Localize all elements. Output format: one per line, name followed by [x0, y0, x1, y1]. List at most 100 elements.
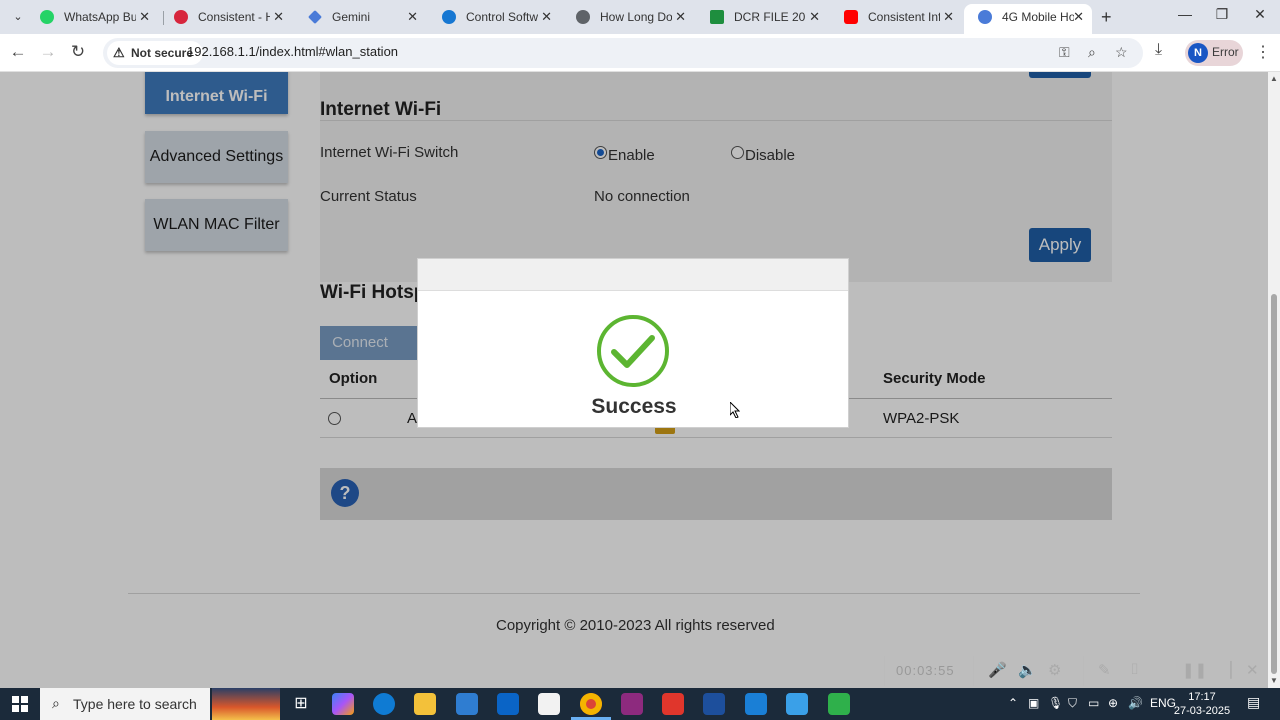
- security-tray-icon[interactable]: ⛉: [1068, 696, 1077, 711]
- microphone-tray-icon[interactable]: 🎙: [1048, 696, 1063, 710]
- tab-consistent-home[interactable]: Consistent - Hor ✕: [160, 4, 292, 34]
- security-label: Not secure: [131, 46, 194, 60]
- windows-start-icon[interactable]: [12, 696, 28, 712]
- close-window-icon[interactable]: ✕: [1245, 6, 1275, 23]
- edge-icon[interactable]: [373, 693, 395, 715]
- close-tab-icon[interactable]: ✕: [273, 4, 284, 30]
- close-tab-icon[interactable]: ✕: [541, 4, 552, 30]
- copilot-icon[interactable]: [332, 693, 354, 715]
- chrome-icon[interactable]: [580, 693, 602, 715]
- outlook-icon[interactable]: [497, 693, 519, 715]
- profile-status: Error: [1212, 45, 1239, 59]
- forward-arrow-icon[interactable]: →: [37, 42, 59, 62]
- camera-icon[interactable]: ⌷: [1130, 661, 1139, 678]
- tab-label: WhatsApp Busin: [64, 10, 136, 24]
- dialog-header: [418, 259, 848, 291]
- recorder-divider: [1083, 656, 1084, 686]
- task-view-icon[interactable]: ⊞: [290, 693, 312, 715]
- scrollbar-thumb[interactable]: [1271, 294, 1277, 674]
- search-placeholder: Type here to search: [73, 696, 197, 712]
- battery-icon[interactable]: ▭: [1088, 696, 1099, 710]
- taskbar-search-box[interactable]: ⌕ Type here to search: [40, 688, 210, 720]
- tab-label: Consistent - Hor: [198, 10, 270, 24]
- scroll-down-icon[interactable]: ▼: [1270, 676, 1278, 685]
- volume-icon[interactable]: 🔊: [1128, 696, 1143, 710]
- success-check-icon: [597, 315, 669, 387]
- close-tab-icon[interactable]: ✕: [139, 4, 150, 30]
- zoom-icon[interactable]: ⌕: [1088, 44, 1096, 61]
- recording-timer: 00:03:55: [896, 663, 955, 678]
- tab-control-software[interactable]: Control Software ✕: [428, 4, 560, 34]
- password-key-icon[interactable]: ⚿: [1059, 44, 1070, 61]
- network-globe-icon[interactable]: ⊕: [1108, 696, 1118, 710]
- browser-toolbar: ← → ↻ ⚠ Not secure 192.168.1.1/index.htm…: [0, 34, 1280, 72]
- close-tab-icon[interactable]: ✕: [809, 4, 820, 30]
- address-bar[interactable]: ⚠ Not secure 192.168.1.1/index.html#wlan…: [103, 38, 1143, 68]
- more-menu-icon[interactable]: ⋮: [1255, 42, 1271, 62]
- new-tab-plus-icon[interactable]: +: [1101, 7, 1112, 28]
- pause-icon[interactable]: ❚❚: [1182, 661, 1207, 679]
- file-explorer-icon[interactable]: [414, 693, 436, 715]
- restore-icon[interactable]: ❐: [1207, 6, 1237, 23]
- close-recorder-icon[interactable]: ✕: [1246, 661, 1259, 679]
- bookmark-star-icon[interactable]: ☆: [1115, 44, 1128, 61]
- show-hidden-icons-icon[interactable]: ⌃: [1008, 696, 1018, 710]
- document-icon[interactable]: [538, 693, 560, 715]
- close-tab-icon[interactable]: ✕: [675, 4, 686, 30]
- avatar: N: [1188, 43, 1208, 63]
- globe-icon: [576, 10, 590, 24]
- tab-4g-mobile-hotspot[interactable]: 4G Mobile Hotsp ✕: [964, 4, 1092, 34]
- mouse-cursor-icon: [730, 402, 740, 418]
- close-tab-icon[interactable]: ✕: [407, 4, 418, 30]
- minimize-icon[interactable]: —: [1170, 6, 1200, 22]
- pen-icon[interactable]: ✎: [1098, 661, 1111, 679]
- anydesk-icon[interactable]: [662, 693, 684, 715]
- success-dialog: Success: [417, 258, 849, 428]
- camera-tray-icon[interactable]: ▣: [1028, 696, 1039, 710]
- tab-whatsapp[interactable]: WhatsApp Busin ✕: [26, 4, 158, 34]
- tab-label: 4G Mobile Hotsp: [1002, 10, 1074, 24]
- page-scrollbar[interactable]: ▲ ▼: [1268, 72, 1280, 688]
- taskbar-clock[interactable]: 17:17 27-03-2025: [1170, 690, 1234, 718]
- youtube-icon: [844, 10, 858, 24]
- url-text[interactable]: 192.168.1.1/index.html#wlan_station: [187, 44, 398, 59]
- notification-icon[interactable]: ▤: [1247, 694, 1260, 711]
- tab-consistent-infos[interactable]: Consistent Infos ✕: [830, 4, 962, 34]
- back-arrow-icon[interactable]: ←: [7, 42, 29, 62]
- tab-search-chevron-icon[interactable]: ⌄: [8, 8, 28, 26]
- gemini-icon: [308, 10, 322, 24]
- close-tab-icon[interactable]: ✕: [1073, 4, 1084, 30]
- browser-tab-strip: ⌄ WhatsApp Busin ✕ Consistent - Hor ✕ Ge…: [0, 0, 1280, 34]
- tab-how-long-does[interactable]: How Long Does ✕: [562, 4, 694, 34]
- recorder-divider: [884, 656, 885, 686]
- clock-date: 27-03-2025: [1173, 705, 1231, 717]
- remote-desktop-icon[interactable]: [786, 693, 808, 715]
- settings-gear-icon[interactable]: ⚙: [1048, 661, 1061, 679]
- recorder-app-icon[interactable]: [703, 693, 725, 715]
- tab-dcr-file[interactable]: DCR FILE 2025 - ✕: [696, 4, 828, 34]
- stop-icon[interactable]: ▕: [1220, 661, 1232, 679]
- tab-gemini[interactable]: Gemini ✕: [294, 4, 426, 34]
- consistent-icon: [174, 10, 188, 24]
- media-player-icon[interactable]: [745, 693, 767, 715]
- microphone-icon[interactable]: 🎤: [988, 661, 1007, 679]
- screen-recorder-toolbar: 00:03:55 🎤 🔈 ⚙ ✎ ⌷ ❚❚ ▕ ✕: [884, 656, 1268, 686]
- windows-taskbar: ⌕ Type here to search ⊞ ⌃ ▣ 🎙 ⛉ ▭ ⊕ 🔊 EN…: [0, 688, 1280, 720]
- success-message: Success: [591, 395, 677, 418]
- tab-label: Consistent Infos: [868, 10, 940, 24]
- winrar-icon[interactable]: [621, 693, 643, 715]
- search-highlight-image[interactable]: [212, 688, 280, 720]
- profile-button[interactable]: N Error: [1185, 40, 1243, 66]
- phone-link-icon[interactable]: [828, 693, 850, 715]
- control-software-icon: [442, 10, 456, 24]
- speaker-icon[interactable]: 🔈: [1018, 661, 1037, 679]
- tab-label: How Long Does: [600, 10, 672, 24]
- tab-label: Control Software: [466, 10, 538, 24]
- whatsapp-icon: [40, 10, 54, 24]
- close-tab-icon[interactable]: ✕: [943, 4, 954, 30]
- download-icon[interactable]: ⤓: [1155, 41, 1162, 59]
- tab-label: DCR FILE 2025 -: [734, 10, 806, 24]
- store-icon[interactable]: [456, 693, 478, 715]
- scroll-up-icon[interactable]: ▲: [1270, 74, 1278, 83]
- reload-icon[interactable]: ↻: [67, 42, 89, 62]
